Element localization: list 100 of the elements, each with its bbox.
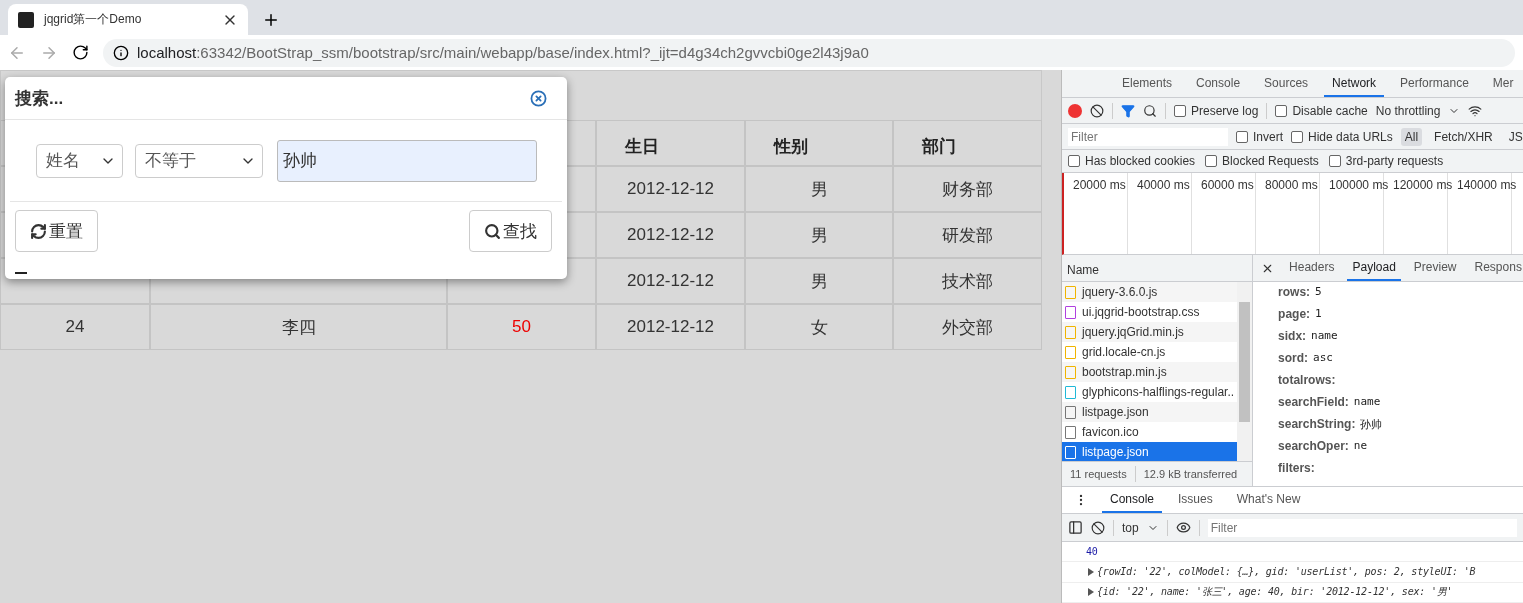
timeline-tick: 140000 ms bbox=[1457, 178, 1517, 192]
param-value: 孙帅 bbox=[1360, 417, 1383, 433]
param-key: page: bbox=[1278, 307, 1311, 324]
refresh-icon bbox=[30, 222, 47, 240]
search-value-field[interactable]: 孙帅 bbox=[277, 139, 537, 182]
checkbox[interactable]: Blocked Requests bbox=[1205, 154, 1319, 168]
name-column-header[interactable]: Name bbox=[1067, 263, 1099, 277]
detail-tab[interactable]: Headers bbox=[1284, 255, 1340, 281]
detail-tab[interactable]: Respons bbox=[1469, 255, 1523, 281]
devtools-tab[interactable]: Performance bbox=[1392, 70, 1477, 97]
request-row[interactable]: jquery-3.6.0.js bbox=[1062, 282, 1238, 302]
param-key: filters: bbox=[1278, 461, 1315, 478]
column-header[interactable]: 性别 bbox=[745, 120, 893, 166]
param-value: 1 bbox=[1315, 307, 1322, 322]
param-value: 5 bbox=[1315, 285, 1322, 300]
timeline-tick: 20000 ms bbox=[1073, 178, 1126, 192]
type-filter[interactable]: JS bbox=[1504, 127, 1523, 146]
file-icon bbox=[1065, 325, 1076, 339]
clear-icon[interactable] bbox=[1091, 520, 1105, 535]
file-icon bbox=[1065, 365, 1076, 379]
request-row[interactable]: jquery.jqGrid.min.js bbox=[1062, 322, 1238, 342]
timeline-tick: 40000 ms bbox=[1137, 178, 1190, 192]
log-text: {id: '22', name: '张三', age: 40, bir: '2012-12-12', sex: '男' bbox=[1097, 585, 1453, 600]
param-key: totalrows: bbox=[1278, 373, 1336, 390]
column-header[interactable]: 生日 bbox=[596, 120, 745, 166]
param-value: asc bbox=[1313, 351, 1333, 366]
request-count: 11 requests bbox=[1070, 468, 1127, 480]
devtools-tab[interactable]: Console bbox=[1188, 70, 1249, 97]
checkbox[interactable]: Invert bbox=[1236, 129, 1283, 144]
devtools-tab[interactable]: Mer bbox=[1484, 70, 1522, 97]
record-icon[interactable] bbox=[1068, 103, 1082, 118]
eye-icon[interactable] bbox=[1175, 520, 1191, 535]
detail-tab[interactable]: Payload bbox=[1347, 255, 1401, 281]
throttling-select[interactable]: No throttling bbox=[1375, 103, 1441, 118]
column-header[interactable]: 部门 bbox=[893, 120, 1042, 166]
search-icon[interactable] bbox=[1143, 103, 1157, 118]
expand-icon[interactable] bbox=[1088, 588, 1094, 597]
reset-button[interactable]: 重置 bbox=[15, 210, 98, 252]
scrollbar-thumb[interactable] bbox=[1239, 302, 1251, 422]
param-key: rows: bbox=[1278, 285, 1311, 302]
new-tab-icon[interactable] bbox=[262, 11, 280, 29]
log-text: {rowId: '22', colModel: {…}, gid: 'userList', pos: 2, styleUI: 'B bbox=[1097, 566, 1476, 578]
drawer-tab[interactable]: Issues bbox=[1170, 487, 1221, 513]
checkbox[interactable]: Disable cache bbox=[1275, 103, 1368, 118]
request-row[interactable]: bootstrap.min.js bbox=[1062, 362, 1238, 382]
checkbox[interactable]: Has blocked cookies bbox=[1068, 154, 1196, 168]
timeline-tick: 60000 ms bbox=[1201, 178, 1254, 192]
table-cell: 女 bbox=[745, 304, 893, 350]
checkbox[interactable]: Preserve log bbox=[1174, 103, 1259, 118]
timeline-tick: 100000 ms bbox=[1329, 178, 1389, 192]
checkbox[interactable]: 3rd-party requests bbox=[1328, 154, 1444, 168]
clear-icon[interactable] bbox=[1090, 103, 1104, 118]
dialog-title: 搜索... bbox=[15, 87, 64, 110]
checkbox[interactable]: Hide data URLs bbox=[1291, 129, 1393, 144]
file-icon bbox=[1065, 345, 1076, 359]
param-value: name bbox=[1311, 329, 1338, 344]
wifi-icon[interactable] bbox=[1468, 103, 1483, 118]
file-icon bbox=[1065, 385, 1076, 399]
browser-tab[interactable]: jqgrid第一个Demo bbox=[8, 4, 248, 35]
sidebar-icon[interactable] bbox=[1068, 520, 1083, 535]
file-icon bbox=[1065, 445, 1076, 459]
param-key: searchOper: bbox=[1278, 439, 1349, 456]
table-cell: 研发部 bbox=[893, 212, 1042, 258]
address-bar[interactable]: localhost:63342/BootStrap_ssm/bootstrap/src/main/webapp/base/index.html?_ijt=d4g34ch2gvvcbi0ge2l43j9a0 bbox=[103, 38, 1515, 67]
field-select[interactable]: 姓名 bbox=[36, 143, 123, 178]
detail-tab[interactable]: Preview bbox=[1408, 255, 1462, 281]
type-filter[interactable]: All bbox=[1400, 127, 1423, 146]
devtools-tab[interactable]: Elements bbox=[1114, 70, 1181, 97]
filter-field[interactable]: Filter bbox=[1068, 127, 1228, 146]
filter-icon[interactable] bbox=[1121, 103, 1135, 118]
param-key: searchString: bbox=[1278, 417, 1356, 434]
file-icon bbox=[1065, 285, 1076, 299]
search-icon bbox=[484, 222, 501, 240]
request-row[interactable]: listpage.json bbox=[1062, 442, 1238, 461]
expand-icon[interactable] bbox=[1088, 568, 1094, 576]
find-button[interactable]: 查找 bbox=[469, 210, 552, 252]
table-cell: 外交部 bbox=[893, 304, 1042, 350]
table-cell: 2012-12-12 bbox=[596, 258, 745, 304]
drawer-tab[interactable]: What's New bbox=[1228, 487, 1309, 513]
table-cell: 2012-12-12 bbox=[596, 166, 745, 212]
favicon-icon bbox=[18, 11, 34, 28]
request-row[interactable]: listpage.json bbox=[1062, 402, 1238, 422]
file-icon bbox=[1065, 405, 1076, 419]
console-filter-field[interactable]: Filter bbox=[1207, 518, 1517, 537]
param-key: searchField: bbox=[1278, 395, 1349, 412]
operator-select[interactable]: 不等于 bbox=[135, 143, 263, 178]
param-value: ne bbox=[1353, 439, 1368, 454]
timeline-tick: 120000 ms bbox=[1393, 178, 1453, 192]
devtools-tab[interactable]: Sources bbox=[1256, 70, 1317, 97]
table-cell: 50 bbox=[447, 304, 596, 350]
table-cell: 财务部 bbox=[893, 166, 1042, 212]
type-filter[interactable]: Fetch/XHR bbox=[1430, 127, 1497, 146]
reload-icon[interactable] bbox=[72, 44, 89, 61]
url-text: localhost:63342/BootStrap_ssm/bootstrap/src/main/webapp/base/index.html?_ijt=d4g34ch2gvvcbi0ge2l43j9a0 bbox=[137, 44, 869, 61]
info-icon bbox=[113, 44, 129, 61]
context-select[interactable]: top bbox=[1122, 520, 1139, 535]
table-cell: 男 bbox=[745, 212, 893, 258]
param-key: sidx: bbox=[1278, 329, 1307, 346]
file-icon bbox=[1065, 425, 1076, 439]
param-value: name bbox=[1353, 395, 1381, 410]
